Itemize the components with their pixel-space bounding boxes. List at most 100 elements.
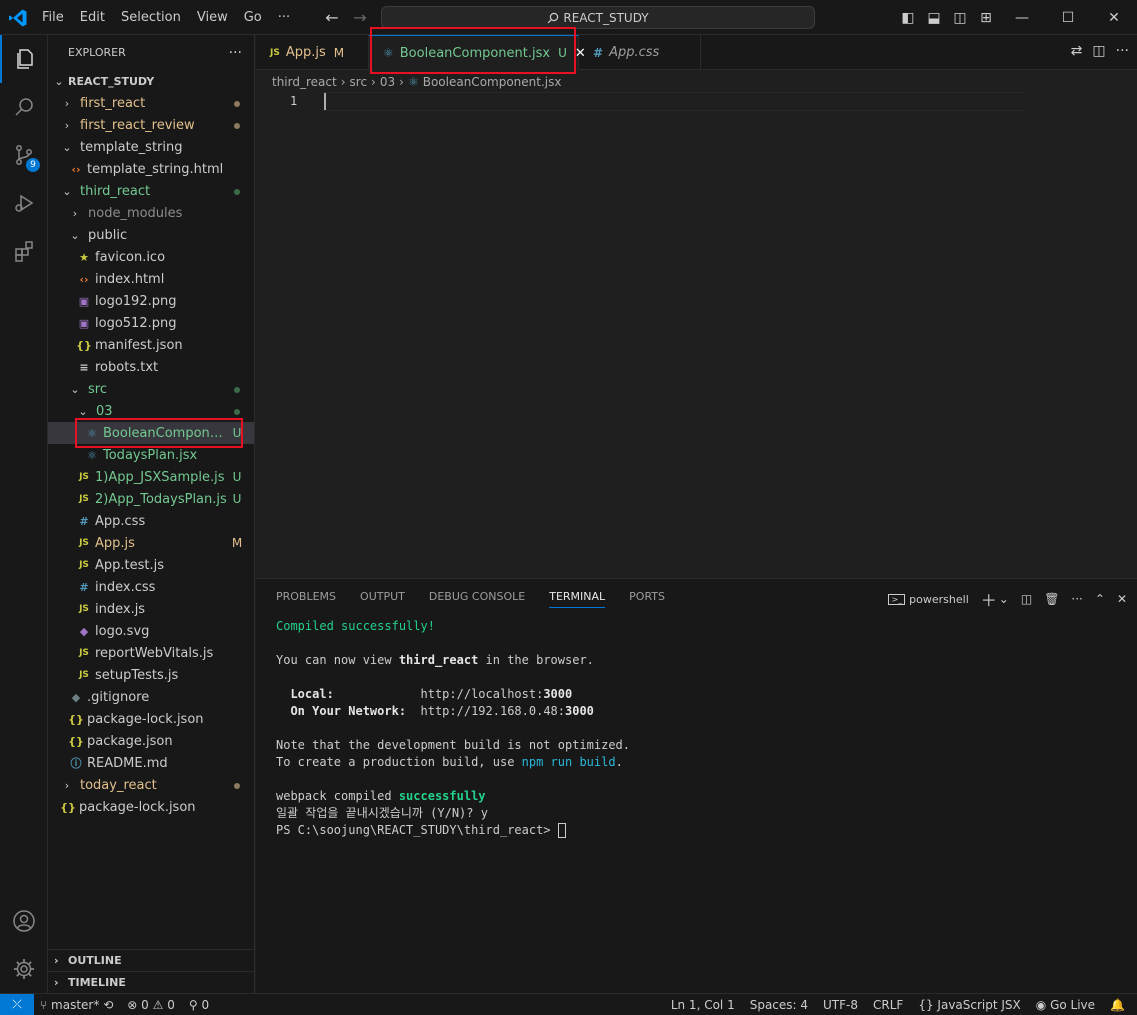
tree-file[interactable]: ◆ .gitignore (48, 686, 254, 708)
image-file-icon: ▣ (78, 316, 90, 330)
panel-more-actions-icon[interactable]: ··· (1071, 592, 1082, 606)
tree-file[interactable]: JS App.js M (48, 532, 254, 554)
tree-file[interactable]: {} package-lock.json (48, 796, 254, 818)
tab-ports[interactable]: PORTS (629, 590, 665, 603)
tree-file[interactable]: {} package-lock.json (48, 708, 254, 730)
tree-folder[interactable]: › first_react (48, 92, 254, 114)
tree-file[interactable]: ≡ robots.txt (48, 356, 254, 378)
tab-app-css[interactable]: # App.css (579, 35, 701, 70)
tree-file[interactable]: JS index.js (48, 598, 254, 620)
tree-file[interactable]: JS 2)App_TodaysPlan.js U (48, 488, 254, 510)
tree-file[interactable]: ▣ logo512.png (48, 312, 254, 334)
ports-item[interactable]: ⚲ 0 (189, 998, 209, 1012)
toggle-panel-icon[interactable]: ⬓ (921, 10, 947, 26)
tree-file[interactable]: JS setupTests.js (48, 664, 254, 686)
tree-file[interactable]: {} package.json (48, 730, 254, 752)
breadcrumb-item[interactable]: src (350, 75, 368, 89)
notifications-bell-icon[interactable]: 🔔 (1110, 998, 1125, 1012)
tree-folder[interactable]: › node_modules (48, 202, 254, 224)
trash-icon[interactable]: 🗑 (1044, 592, 1059, 606)
breadcrumb-item[interactable]: BooleanComponent.jsx (423, 75, 562, 89)
remote-indicator-icon[interactable]: ⤫ (0, 994, 34, 1015)
chevron-down-icon[interactable]: ⌄ (999, 592, 1009, 606)
menu-edit[interactable]: Edit (72, 10, 113, 25)
minimize-button[interactable]: — (999, 0, 1045, 35)
cursor-position[interactable]: Ln 1, Col 1 (671, 998, 735, 1012)
explorer-more-actions-icon[interactable]: ··· (229, 45, 242, 61)
tree-file[interactable]: JS 1)App_JSXSample.js U (48, 466, 254, 488)
tab-output[interactable]: OUTPUT (360, 590, 405, 603)
tree-file[interactable]: ⓘ README.md (48, 752, 254, 774)
maximize-button[interactable]: ☐ (1045, 0, 1091, 35)
forward-arrow-icon[interactable]: → (350, 8, 370, 28)
extensions-icon[interactable] (0, 227, 48, 275)
menu-more[interactable]: ··· (270, 10, 298, 25)
run-and-debug-icon[interactable] (0, 179, 48, 227)
tree-file[interactable]: ★ favicon.ico (48, 246, 254, 268)
search-icon[interactable] (0, 83, 48, 131)
settings-gear-icon[interactable] (0, 945, 48, 993)
terminal-shell-name[interactable]: powershell (909, 593, 969, 606)
tree-file[interactable]: # App.css (48, 510, 254, 532)
tab-problems[interactable]: PROBLEMS (276, 590, 336, 603)
menu-selection[interactable]: Selection (113, 10, 189, 25)
tree-file[interactable]: # index.css (48, 576, 254, 598)
end-of-line[interactable]: CRLF (873, 998, 903, 1012)
tree-folder[interactable]: ⌄ public (48, 224, 254, 246)
tree-file[interactable]: JS reportWebVitals.js (48, 642, 254, 664)
accounts-icon[interactable] (0, 897, 48, 945)
go-live-item[interactable]: ◉ Go Live (1036, 998, 1095, 1012)
branch-item[interactable]: ⑂ master* ⟲ (40, 998, 113, 1012)
menu-go[interactable]: Go (236, 10, 270, 25)
tree-folder[interactable]: ⌄ template_string (48, 136, 254, 158)
tab-debug-console[interactable]: DEBUG CONSOLE (429, 590, 525, 603)
close-panel-icon[interactable]: ✕ (1117, 592, 1127, 606)
open-changes-icon[interactable]: ⇄ (1071, 43, 1083, 59)
outline-section[interactable]: › OUTLINE (48, 949, 255, 971)
indentation[interactable]: Spaces: 4 (750, 998, 808, 1012)
json-file-icon: {} (68, 734, 84, 748)
language-mode-item[interactable]: {} JavaScript JSX (918, 998, 1020, 1012)
encoding[interactable]: UTF-8 (823, 998, 858, 1012)
menu-view[interactable]: View (189, 10, 236, 25)
workspace-root[interactable]: ⌄ REACT_STUDY (48, 70, 254, 92)
breadcrumb-item[interactable]: 03 (380, 75, 395, 89)
tree-file[interactable]: ‹› index.html (48, 268, 254, 290)
customize-layout-icon[interactable]: ⊞ (973, 10, 999, 26)
git-status-dot (228, 778, 246, 792)
tree-folder[interactable]: ⌄ src (48, 378, 254, 400)
tree-file[interactable]: ◆ logo.svg (48, 620, 254, 642)
split-editor-icon[interactable]: ◫ (1092, 43, 1105, 59)
editor-more-actions-icon[interactable]: ··· (1116, 43, 1129, 59)
new-terminal-icon[interactable]: ＋ (981, 587, 997, 611)
menu-file[interactable]: File (34, 10, 72, 25)
problems-item[interactable]: ⊗ 0 ⚠ 0 (127, 998, 175, 1012)
tree-file[interactable]: ▣ logo192.png (48, 290, 254, 312)
tree-item-label: node_modules (88, 205, 183, 221)
workspace-root-label: REACT_STUDY (68, 74, 155, 88)
code-editor[interactable]: 1 (256, 92, 1137, 580)
tree-file[interactable]: {} manifest.json (48, 334, 254, 356)
tree-file[interactable]: JS App.test.js (48, 554, 254, 576)
tab-terminal[interactable]: TERMINAL (549, 590, 606, 608)
explorer-icon[interactable] (0, 35, 48, 83)
toggle-secondary-sidebar-icon[interactable]: ◫ (947, 10, 973, 26)
js-file-icon: JS (79, 472, 89, 482)
maximize-panel-icon[interactable]: ⌃ (1095, 592, 1105, 606)
explorer-title: EXPLORER (68, 46, 126, 59)
breadcrumb-item[interactable]: third_react (272, 75, 337, 89)
terminal-output[interactable]: Compiled successfully! You can now view … (276, 618, 630, 839)
back-arrow-icon[interactable]: ← (322, 8, 342, 28)
tree-folder[interactable]: ⌄ third_react (48, 180, 254, 202)
timeline-section[interactable]: › TIMELINE (48, 971, 255, 993)
tree-file[interactable]: ‹› template_string.html (48, 158, 254, 180)
command-center-search[interactable]: REACT_STUDY (381, 6, 815, 29)
tree-item-label: setupTests.js (95, 667, 179, 683)
source-control-icon[interactable]: 9 (0, 131, 48, 179)
tree-folder[interactable]: › first_react_review (48, 114, 254, 136)
tree-folder[interactable]: › today_react (48, 774, 254, 796)
close-window-button[interactable]: ✕ (1091, 0, 1137, 35)
toggle-primary-sidebar-icon[interactable]: ◧ (895, 10, 921, 26)
split-terminal-icon[interactable]: ◫ (1021, 592, 1032, 606)
tab-app-js[interactable]: JS App.js M (256, 35, 369, 70)
